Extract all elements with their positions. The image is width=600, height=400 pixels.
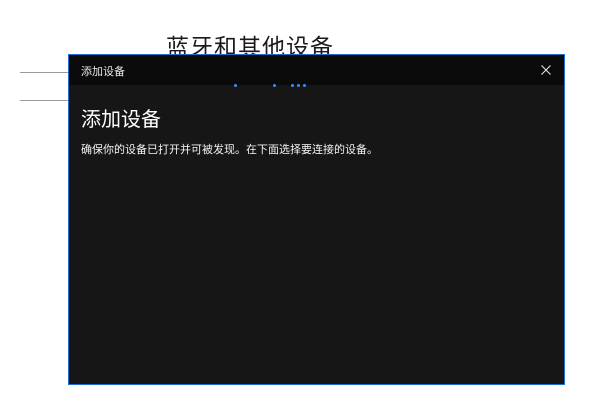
dialog-titlebar: 添加设备 bbox=[69, 55, 564, 85]
searching-progress-indicator bbox=[234, 84, 314, 88]
background-divider bbox=[20, 72, 68, 73]
close-icon bbox=[541, 65, 551, 75]
progress-dot bbox=[273, 84, 276, 87]
progress-dot bbox=[234, 84, 237, 87]
progress-dot bbox=[297, 84, 300, 87]
screen: 蓝牙和其他设备 添加设备 添加设备 确保你的设备已打开并可被发现。在下面选择要连… bbox=[0, 0, 600, 400]
add-device-dialog: 添加设备 添加设备 确保你的设备已打开并可被发现。在下面选择要连接的设备。 bbox=[68, 54, 565, 385]
dialog-description: 确保你的设备已打开并可被发现。在下面选择要连接的设备。 bbox=[81, 143, 378, 156]
close-button[interactable] bbox=[532, 57, 560, 83]
progress-dot bbox=[303, 84, 306, 87]
dialog-heading: 添加设备 bbox=[81, 107, 161, 131]
progress-dot bbox=[291, 84, 294, 87]
dialog-window-title: 添加设备 bbox=[81, 65, 125, 78]
background-divider bbox=[20, 100, 68, 101]
